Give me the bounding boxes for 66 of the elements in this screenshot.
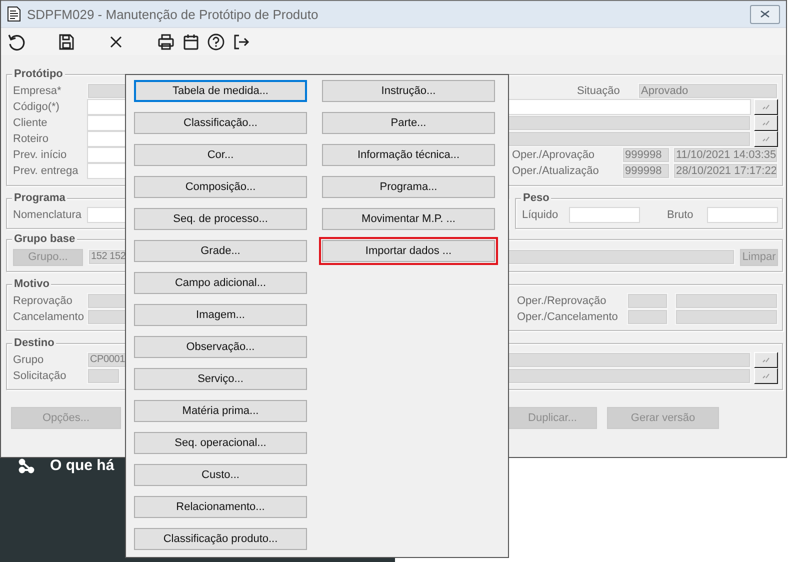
- window-title: SDPFM029 - Manutenção de Protótipo de Produto: [27, 6, 320, 22]
- field-label: Código(*): [13, 101, 60, 113]
- calendar-icon[interactable]: [182, 32, 200, 50]
- close-icon: [760, 10, 770, 18]
- menu-button[interactable]: Programa...: [322, 176, 495, 198]
- save-icon[interactable]: [57, 32, 75, 50]
- field-label: Prev. entrega: [13, 165, 80, 177]
- menu-button[interactable]: Classificação...: [134, 112, 307, 134]
- help-icon[interactable]: [207, 32, 225, 50]
- dots-icon: [762, 104, 770, 110]
- field-label: Líquido: [522, 209, 560, 221]
- undo-icon[interactable]: [7, 32, 25, 50]
- field-label: Bruto: [667, 209, 694, 221]
- document-icon: [7, 6, 21, 22]
- menu-button[interactable]: Classificação produto...: [134, 528, 307, 550]
- menu-button[interactable]: Movimentar M.P. ...: [322, 208, 495, 230]
- dots-icon: [762, 373, 770, 379]
- menu-button[interactable]: Importar dados ...: [322, 240, 495, 262]
- field-label: Oper./Atualização: [512, 165, 600, 177]
- field-label: Oper./Cancelamento: [517, 311, 619, 323]
- menu-button[interactable]: Tabela de medida...: [134, 80, 307, 102]
- field-label: Solicitação: [13, 370, 68, 382]
- menu-button[interactable]: Observação...: [134, 336, 307, 358]
- group-title: Programa: [12, 191, 68, 205]
- field-label: Oper./Reprovação: [517, 295, 608, 307]
- printer-icon[interactable]: [157, 32, 175, 50]
- lookup-button[interactable]: [754, 115, 778, 131]
- menu-button[interactable]: Composição...: [134, 176, 307, 198]
- dots-icon: [762, 357, 770, 363]
- exit-icon[interactable]: [232, 32, 250, 50]
- field-label: Grupo: [13, 354, 45, 366]
- menu-button[interactable]: Seq. de processo...: [134, 208, 307, 230]
- menu-button[interactable]: Instrução...: [322, 80, 495, 102]
- menu-button[interactable]: Imagem...: [134, 304, 307, 326]
- menu-button[interactable]: Campo adicional...: [134, 272, 307, 294]
- field-label: Prev. início: [13, 149, 68, 161]
- text-field[interactable]: [707, 207, 778, 223]
- group-title: Grupo base: [12, 232, 78, 246]
- dots-icon: [762, 120, 770, 126]
- field-label: Roteiro: [13, 133, 50, 145]
- field-label: Cliente: [13, 117, 48, 129]
- lookup-button[interactable]: [754, 352, 778, 368]
- field-label: Nomenclatura: [13, 209, 82, 221]
- field-label: Oper./Aprovação: [512, 149, 596, 161]
- close-button[interactable]: [750, 4, 780, 24]
- lookup-button[interactable]: [754, 368, 778, 384]
- menu-button[interactable]: Serviço...: [134, 368, 307, 390]
- text-field[interactable]: [569, 207, 640, 223]
- menu-button[interactable]: Seq. operacional...: [134, 432, 307, 454]
- menu-button[interactable]: Custo...: [134, 464, 307, 486]
- menu-button[interactable]: Informação técnica...: [322, 144, 495, 166]
- dots-icon: [762, 136, 770, 142]
- menu-button[interactable]: Cor...: [134, 144, 307, 166]
- field-label: Reprovação: [13, 295, 74, 307]
- field-label: Empresa*: [13, 85, 62, 97]
- section-heading: O que há: [50, 457, 114, 474]
- menu-button[interactable]: Parte...: [322, 112, 495, 134]
- share-icon: [18, 458, 36, 474]
- field-label: Situação: [577, 85, 621, 97]
- group-title: Protótipo: [12, 67, 65, 81]
- menu-button[interactable]: Relacionamento...: [134, 496, 307, 518]
- lookup-button[interactable]: [754, 131, 778, 147]
- field-label: Cancelamento: [13, 311, 85, 323]
- menu-button[interactable]: Matéria prima...: [134, 400, 307, 422]
- lookup-button[interactable]: [754, 99, 778, 115]
- menu-button[interactable]: Grade...: [134, 240, 307, 262]
